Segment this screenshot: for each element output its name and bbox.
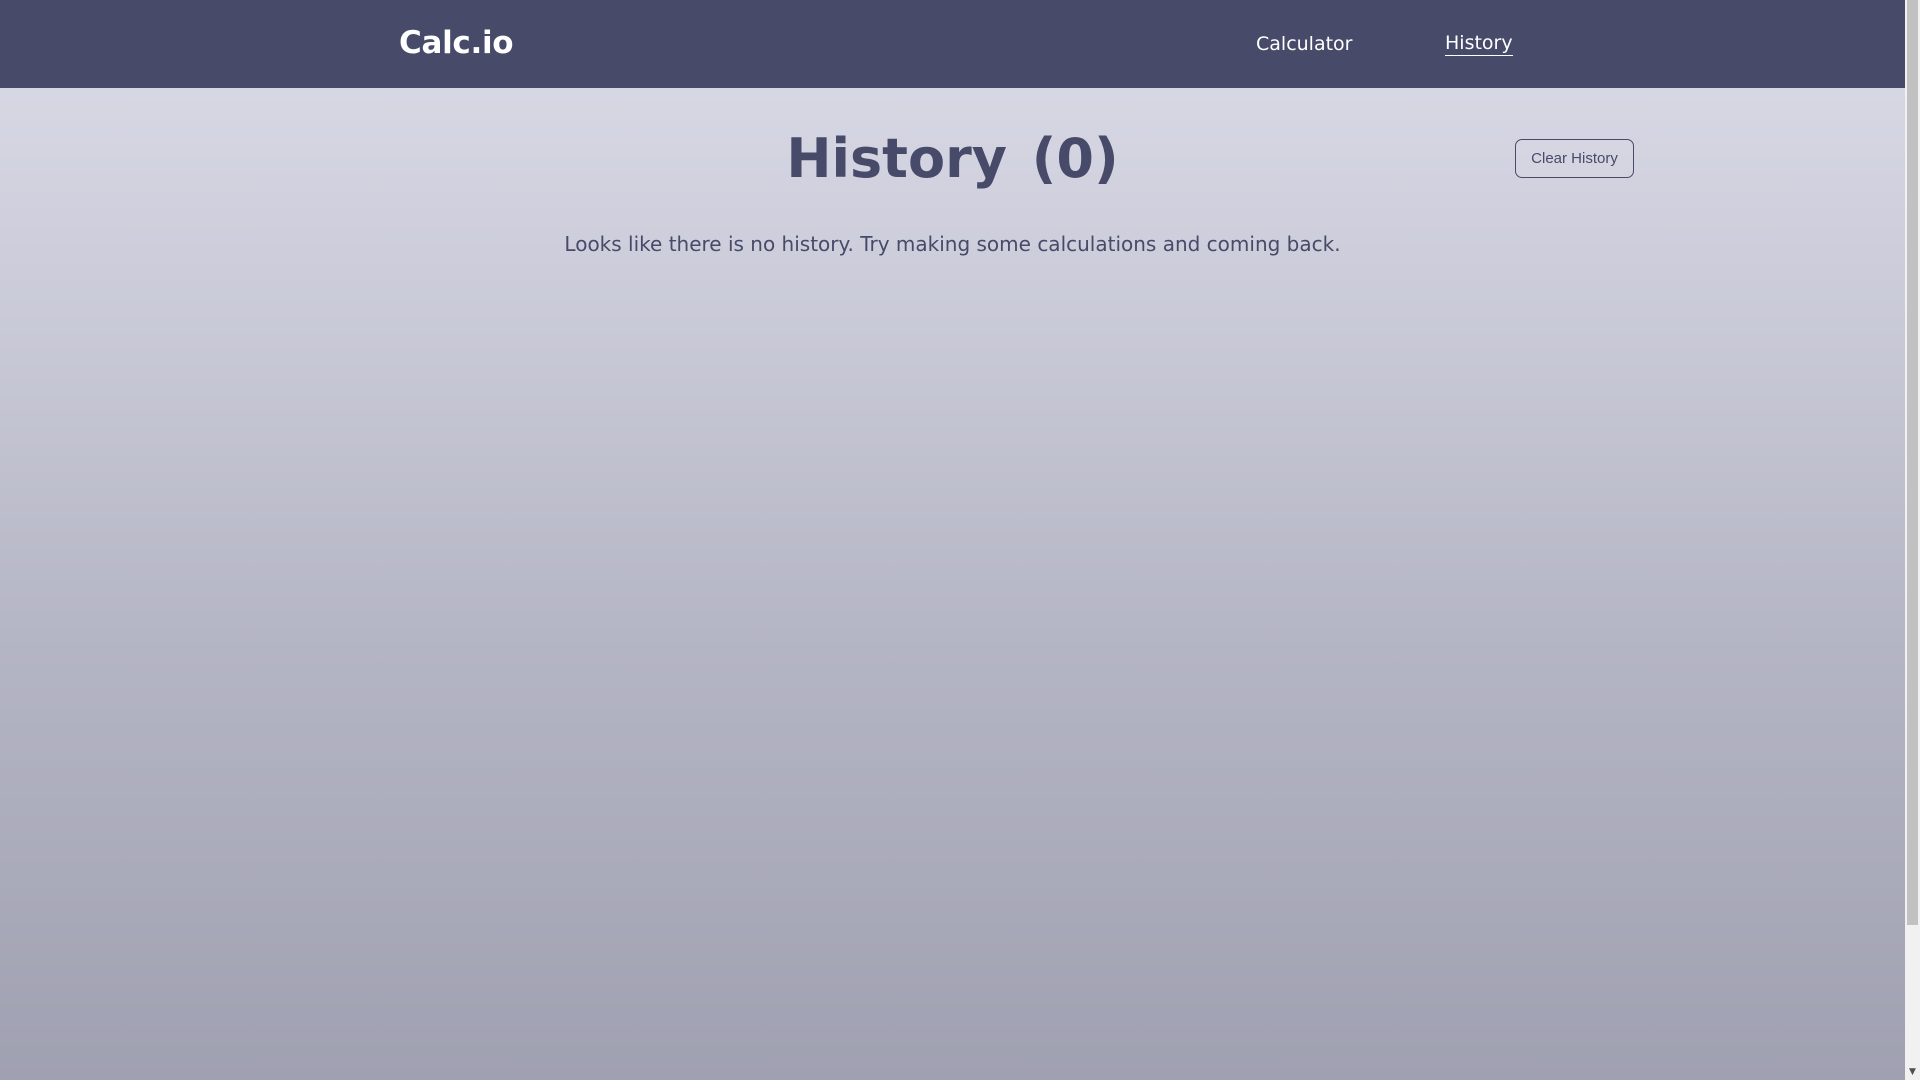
- page-title-text: History: [786, 127, 1007, 190]
- nav-link-history[interactable]: History: [1445, 31, 1513, 56]
- browser-viewport: Calc.io Calculator History History (0) C…: [0, 0, 1920, 1080]
- vertical-scrollbar[interactable]: ▲ ▼: [1905, 0, 1920, 1080]
- clear-history-button[interactable]: Clear History: [1515, 139, 1634, 178]
- brand-logo[interactable]: Calc.io: [399, 22, 514, 64]
- top-navbar: Calc.io Calculator History: [0, 0, 1905, 88]
- scrollbar-thumb[interactable]: [1907, 0, 1918, 925]
- empty-history-message: Looks like there is no history. Try maki…: [564, 232, 1341, 256]
- chevron-down-icon[interactable]: ▼: [1905, 1065, 1920, 1080]
- nav-link-calculator[interactable]: Calculator: [1256, 31, 1352, 57]
- page: Calc.io Calculator History History (0) C…: [0, 0, 1905, 1080]
- history-count: (0): [1031, 127, 1119, 190]
